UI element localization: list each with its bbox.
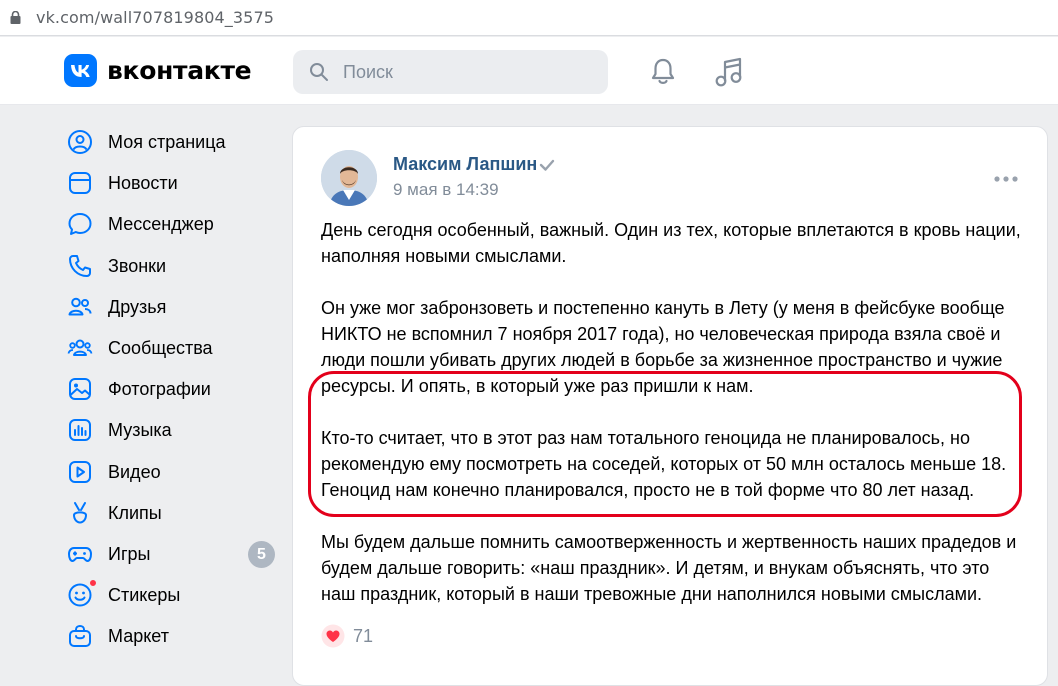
sidebar-item-label: Звонки <box>108 255 167 276</box>
verified-check-icon <box>539 159 555 171</box>
search-placeholder: Поиск <box>343 62 393 82</box>
search-icon <box>310 63 328 81</box>
market-icon <box>69 625 91 648</box>
sidebar-item-video[interactable]: Видео <box>62 452 282 493</box>
post-paragraph: День сегодня особенный, важный. Один из … <box>321 220 1021 266</box>
sidebar-item-communities[interactable]: Сообщества <box>62 328 282 369</box>
like-count: 71 <box>353 625 374 646</box>
sidebar-item-label: Новости <box>108 173 178 194</box>
sidebar-item-news[interactable]: Новости <box>62 163 282 204</box>
heart-icon <box>321 624 345 648</box>
post-paragraph: Мы будем дальше помнить самоотверженност… <box>321 532 1017 604</box>
user-circle-icon <box>68 130 92 154</box>
message-icon <box>68 213 92 236</box>
author-avatar[interactable] <box>321 150 377 206</box>
left-sidebar: Моя страница Новости Мессенджер Звонки Д… <box>62 122 282 657</box>
bell-icon[interactable] <box>648 57 678 87</box>
sticker-icon <box>68 583 92 607</box>
sidebar-item-label: Друзья <box>108 296 167 317</box>
notification-dot <box>89 579 97 588</box>
sidebar-item-friends[interactable]: Друзья <box>62 287 282 328</box>
sidebar-item-label: Фотографии <box>108 379 211 400</box>
sidebar-item-stickers[interactable]: Стикеры <box>62 575 282 616</box>
highlight-outline <box>308 371 1022 517</box>
post-author-name[interactable]: Максим Лапшин <box>393 154 537 175</box>
sidebar-item-label: Музыка <box>108 420 172 441</box>
phone-icon <box>69 254 91 277</box>
sidebar-item-label: Игры <box>108 543 151 564</box>
sidebar-item-label: Сообщества <box>108 337 213 358</box>
sidebar-item-music[interactable]: Музыка <box>62 410 282 451</box>
browser-address-bar: vk.com/wall707819804_3575 <box>0 0 1058 36</box>
sidebar-item-label: Мессенджер <box>108 214 214 235</box>
gamepad-icon <box>68 546 92 562</box>
more-options-icon[interactable] <box>993 175 1019 183</box>
vk-logo-icon[interactable] <box>64 54 97 87</box>
sidebar-item-label: Моя страница <box>108 132 226 152</box>
sidebar-item-messenger[interactable]: Мессенджер <box>62 204 282 245</box>
sidebar-item-label: Видео <box>108 461 161 482</box>
clips-icon <box>72 501 88 524</box>
news-icon <box>69 172 91 195</box>
sidebar-item-my-page[interactable]: Моя страница <box>62 122 282 163</box>
sidebar-item-label: Стикеры <box>108 585 181 606</box>
like-button[interactable]: 71 <box>321 624 373 648</box>
music-icon[interactable] <box>713 55 745 89</box>
communities-icon <box>67 339 93 356</box>
music-chart-icon <box>69 419 91 442</box>
sidebar-item-market[interactable]: Маркет <box>62 616 282 657</box>
sidebar-item-games[interactable]: Игры 5 <box>62 534 282 575</box>
logo-text[interactable]: вконтакте <box>107 56 252 85</box>
sidebar-item-label: Маркет <box>108 626 169 647</box>
friends-icon <box>68 297 92 316</box>
lock-icon <box>10 11 21 24</box>
search-input[interactable]: Поиск <box>293 50 608 94</box>
sidebar-item-clips[interactable]: Клипы <box>62 493 282 534</box>
games-count-badge: 5 <box>248 540 275 568</box>
sidebar-item-label: Клипы <box>108 502 162 523</box>
url-text[interactable]: vk.com/wall707819804_3575 <box>36 8 274 27</box>
photo-icon <box>69 378 91 401</box>
sidebar-item-photos[interactable]: Фотографии <box>62 369 282 410</box>
video-icon <box>69 460 91 483</box>
sidebar-item-calls[interactable]: Звонки <box>62 246 282 287</box>
post-date[interactable]: 9 мая в 14:39 <box>393 180 499 200</box>
top-header: вконтакте Поиск <box>0 37 1058 105</box>
